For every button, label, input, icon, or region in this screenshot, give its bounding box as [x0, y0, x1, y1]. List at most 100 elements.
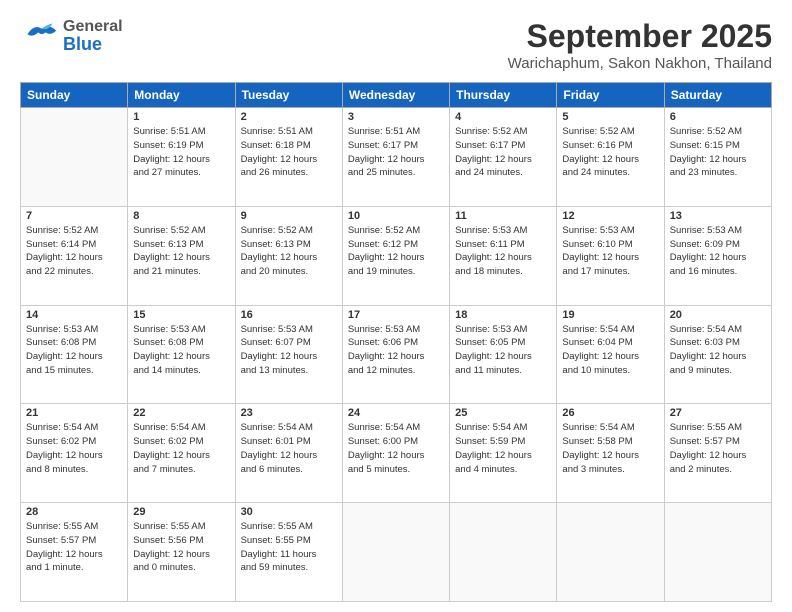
logo-blue-text: Blue — [63, 35, 123, 53]
day-number: 25 — [455, 407, 551, 419]
day-info: Sunrise: 5:53 AM Sunset: 6:11 PM Dayligh… — [455, 224, 551, 279]
day-number: 30 — [241, 506, 337, 518]
day-number: 6 — [670, 111, 766, 123]
day-info: Sunrise: 5:51 AM Sunset: 6:19 PM Dayligh… — [133, 125, 229, 180]
day-number: 11 — [455, 210, 551, 222]
calendar-cell: 27 Sunrise: 5:55 AM Sunset: 5:57 PM Dayli… — [664, 404, 771, 503]
calendar-header-row: Sunday Monday Tuesday Wednesday Thursday… — [21, 83, 772, 108]
day-info: Sunrise: 5:51 AM Sunset: 6:18 PM Dayligh… — [241, 125, 337, 180]
day-info: Sunrise: 5:52 AM Sunset: 6:14 PM Dayligh… — [26, 224, 122, 279]
calendar-week-2: 7 Sunrise: 5:52 AM Sunset: 6:14 PM Daylig… — [21, 206, 772, 305]
day-number: 24 — [348, 407, 444, 419]
day-number: 22 — [133, 407, 229, 419]
day-number: 19 — [562, 309, 658, 321]
day-number: 27 — [670, 407, 766, 419]
calendar-cell: 11 Sunrise: 5:53 AM Sunset: 6:11 PM Dayli… — [450, 206, 557, 305]
day-number: 17 — [348, 309, 444, 321]
day-number: 20 — [670, 309, 766, 321]
calendar-cell: 10 Sunrise: 5:52 AM Sunset: 6:12 PM Dayli… — [342, 206, 449, 305]
calendar: Sunday Monday Tuesday Wednesday Thursday… — [20, 82, 772, 602]
calendar-week-4: 21 Sunrise: 5:54 AM Sunset: 6:02 PM Dayli… — [21, 404, 772, 503]
day-info: Sunrise: 5:53 AM Sunset: 6:09 PM Dayligh… — [670, 224, 766, 279]
calendar-cell: 7 Sunrise: 5:52 AM Sunset: 6:14 PM Daylig… — [21, 206, 128, 305]
calendar-cell: 30Sunrise: 5:55 AM Sunset: 5:55 PM Dayli… — [235, 503, 342, 602]
day-info: Sunrise: 5:53 AM Sunset: 6:08 PM Dayligh… — [133, 323, 229, 378]
calendar-cell: 19 Sunrise: 5:54 AM Sunset: 6:04 PM Dayli… — [557, 305, 664, 404]
day-number: 9 — [241, 210, 337, 222]
calendar-cell: 23Sunrise: 5:54 AM Sunset: 6:01 PM Dayli… — [235, 404, 342, 503]
day-info: Sunrise: 5:55 AM Sunset: 5:57 PM Dayligh… — [26, 520, 122, 575]
day-number: 7 — [26, 210, 122, 222]
col-tuesday: Tuesday — [235, 83, 342, 108]
day-number: 4 — [455, 111, 551, 123]
day-info: Sunrise: 5:52 AM Sunset: 6:13 PM Dayligh… — [133, 224, 229, 279]
day-info: Sunrise: 5:54 AM Sunset: 6:03 PM Dayligh… — [670, 323, 766, 378]
day-info: Sunrise: 5:54 AM Sunset: 5:59 PM Dayligh… — [455, 421, 551, 476]
calendar-cell: 9 Sunrise: 5:52 AM Sunset: 6:13 PM Daylig… — [235, 206, 342, 305]
day-info: Sunrise: 5:51 AM Sunset: 6:17 PM Dayligh… — [348, 125, 444, 180]
day-number: 13 — [670, 210, 766, 222]
day-info: Sunrise: 5:54 AM Sunset: 6:04 PM Dayligh… — [562, 323, 658, 378]
col-saturday: Saturday — [664, 83, 771, 108]
col-thursday: Thursday — [450, 83, 557, 108]
calendar-cell: 21 Sunrise: 5:54 AM Sunset: 6:02 PM Dayli… — [21, 404, 128, 503]
col-wednesday: Wednesday — [342, 83, 449, 108]
calendar-cell: 2Sunrise: 5:51 AM Sunset: 6:18 PM Daylig… — [235, 108, 342, 207]
calendar-cell: 24Sunrise: 5:54 AM Sunset: 6:00 PM Dayli… — [342, 404, 449, 503]
day-number: 26 — [562, 407, 658, 419]
day-number: 5 — [562, 111, 658, 123]
day-info: Sunrise: 5:55 AM Sunset: 5:57 PM Dayligh… — [670, 421, 766, 476]
location-subtitle: Warichaphum, Sakon Nakhon, Thailand — [508, 55, 772, 72]
calendar-cell: 4 Sunrise: 5:52 AM Sunset: 6:17 PM Daylig… — [450, 108, 557, 207]
day-number: 15 — [133, 309, 229, 321]
logo-icon — [20, 18, 60, 54]
calendar-cell: 17 Sunrise: 5:53 AM Sunset: 6:06 PM Dayli… — [342, 305, 449, 404]
day-info: Sunrise: 5:54 AM Sunset: 5:58 PM Dayligh… — [562, 421, 658, 476]
day-info: Sunrise: 5:55 AM Sunset: 5:56 PM Dayligh… — [133, 520, 229, 575]
calendar-cell: 16 Sunrise: 5:53 AM Sunset: 6:07 PM Dayli… — [235, 305, 342, 404]
calendar-cell — [664, 503, 771, 602]
logo-name: General Blue — [63, 19, 123, 53]
title-block: September 2025 Warichaphum, Sakon Nakhon… — [508, 18, 772, 72]
day-info: Sunrise: 5:53 AM Sunset: 6:07 PM Dayligh… — [241, 323, 337, 378]
calendar-cell — [342, 503, 449, 602]
calendar-cell — [450, 503, 557, 602]
day-info: Sunrise: 5:53 AM Sunset: 6:08 PM Dayligh… — [26, 323, 122, 378]
calendar-cell: 20 Sunrise: 5:54 AM Sunset: 6:03 PM Dayli… — [664, 305, 771, 404]
calendar-cell: 22 Sunrise: 5:54 AM Sunset: 6:02 PM Dayli… — [128, 404, 235, 503]
day-number: 12 — [562, 210, 658, 222]
col-sunday: Sunday — [21, 83, 128, 108]
calendar-cell: 14 Sunrise: 5:53 AM Sunset: 6:08 PM Dayli… — [21, 305, 128, 404]
day-number: 3 — [348, 111, 444, 123]
day-info: Sunrise: 5:53 AM Sunset: 6:06 PM Dayligh… — [348, 323, 444, 378]
calendar-cell: 3 Sunrise: 5:51 AM Sunset: 6:17 PM Daylig… — [342, 108, 449, 207]
calendar-cell: 5 Sunrise: 5:52 AM Sunset: 6:16 PM Daylig… — [557, 108, 664, 207]
day-info: Sunrise: 5:52 AM Sunset: 6:15 PM Dayligh… — [670, 125, 766, 180]
calendar-cell: 1Sunrise: 5:51 AM Sunset: 6:19 PM Daylig… — [128, 108, 235, 207]
day-number: 10 — [348, 210, 444, 222]
month-title: September 2025 — [508, 18, 772, 55]
day-number: 8 — [133, 210, 229, 222]
calendar-week-5: 28 Sunrise: 5:55 AM Sunset: 5:57 PM Dayli… — [21, 503, 772, 602]
day-number: 21 — [26, 407, 122, 419]
day-number: 23 — [241, 407, 337, 419]
calendar-cell: 25 Sunrise: 5:54 AM Sunset: 5:59 PM Dayli… — [450, 404, 557, 503]
day-info: Sunrise: 5:52 AM Sunset: 6:16 PM Dayligh… — [562, 125, 658, 180]
calendar-cell: 8 Sunrise: 5:52 AM Sunset: 6:13 PM Daylig… — [128, 206, 235, 305]
calendar-cell: 13 Sunrise: 5:53 AM Sunset: 6:09 PM Dayli… — [664, 206, 771, 305]
calendar-cell: 26 Sunrise: 5:54 AM Sunset: 5:58 PM Dayli… — [557, 404, 664, 503]
day-info: Sunrise: 5:54 AM Sunset: 6:02 PM Dayligh… — [133, 421, 229, 476]
logo: General Blue — [20, 18, 123, 54]
calendar-cell: 18Sunrise: 5:53 AM Sunset: 6:05 PM Dayli… — [450, 305, 557, 404]
day-info: Sunrise: 5:52 AM Sunset: 6:13 PM Dayligh… — [241, 224, 337, 279]
day-info: Sunrise: 5:54 AM Sunset: 6:02 PM Dayligh… — [26, 421, 122, 476]
day-number: 14 — [26, 309, 122, 321]
col-friday: Friday — [557, 83, 664, 108]
day-info: Sunrise: 5:52 AM Sunset: 6:17 PM Dayligh… — [455, 125, 551, 180]
col-monday: Monday — [128, 83, 235, 108]
calendar-cell: 15 Sunrise: 5:53 AM Sunset: 6:08 PM Dayli… — [128, 305, 235, 404]
day-number: 28 — [26, 506, 122, 518]
day-number: 16 — [241, 309, 337, 321]
header: General Blue September 2025 Warichaphum,… — [20, 18, 772, 72]
day-info: Sunrise: 5:52 AM Sunset: 6:12 PM Dayligh… — [348, 224, 444, 279]
